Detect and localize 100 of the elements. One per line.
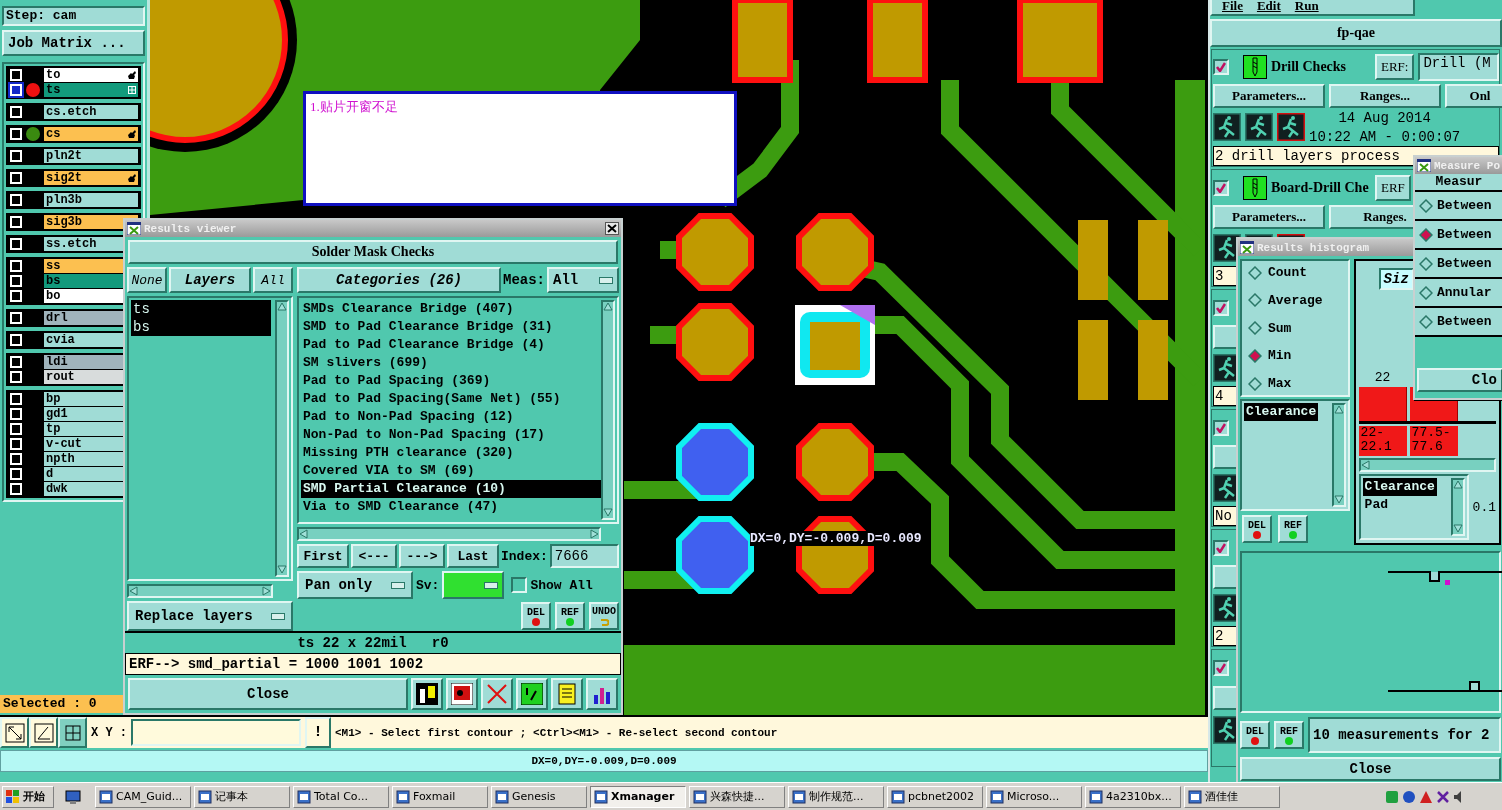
coordinate-field[interactable] [131, 719, 301, 746]
layer-filter-button[interactable]: None [127, 267, 167, 293]
layer-checkbox[interactable] [10, 84, 22, 96]
scrollbar[interactable] [1450, 478, 1465, 537]
layer-checkbox[interactable] [10, 408, 22, 420]
view-mode-dropdown[interactable]: Pan only [297, 571, 413, 599]
taskbar-button[interactable]: Total Co... [293, 785, 389, 808]
check-title-button[interactable]: Solder Mask Checks [128, 240, 618, 264]
category-item[interactable]: Missing PTH clearance (320) [301, 444, 601, 462]
close-button[interactable]: Clo [1417, 368, 1502, 392]
category-item[interactable]: Non-Pad to Non-Pad Spacing (17) [301, 426, 601, 444]
reference-button[interactable]: REF [555, 602, 585, 630]
taskbar-button[interactable]: pcbnet2002 [887, 785, 983, 808]
check-checkbox[interactable] [1213, 179, 1229, 196]
menu-item[interactable]: Edit [1256, 0, 1281, 14]
alert-button[interactable]: ! [305, 717, 331, 748]
category-item[interactable]: Pad to Pad Spacing(Same Net) (55) [301, 390, 601, 408]
close-button[interactable]: Close [128, 678, 408, 710]
radio-button[interactable] [1248, 265, 1262, 280]
layer-checkbox[interactable] [10, 128, 22, 140]
category-item[interactable]: Pad to Pad Clearance Bridge (4) [301, 336, 601, 354]
check-checkbox[interactable] [1213, 299, 1229, 316]
radio-button[interactable] [1419, 256, 1433, 271]
layer-item[interactable]: bs [131, 318, 271, 336]
delete-button[interactable]: DEL [1240, 721, 1270, 750]
angle-button[interactable] [29, 717, 58, 748]
erf-button[interactable]: ERF: [1375, 54, 1415, 81]
layer-item[interactable]: ts [131, 300, 271, 318]
scrollbar[interactable] [1358, 458, 1496, 473]
radio-button[interactable] [1419, 227, 1433, 242]
replace-layers-dropdown[interactable]: Replace layers [127, 601, 293, 631]
check-checkbox[interactable] [1213, 59, 1229, 76]
layer-field[interactable]: cs [44, 127, 138, 141]
layer-checkbox[interactable] [10, 172, 22, 184]
layer-checkbox[interactable] [10, 106, 22, 118]
scroll-up-arrow-icon[interactable] [1452, 480, 1463, 491]
radio-button[interactable] [1248, 376, 1262, 391]
layer-checkbox[interactable] [10, 371, 22, 383]
scroll-up-arrow-icon[interactable] [1333, 405, 1344, 415]
radio-button[interactable] [1419, 314, 1433, 329]
scrollbar[interactable] [1331, 403, 1346, 508]
layer-checkbox[interactable] [10, 290, 22, 302]
reference-button[interactable]: REF [1278, 515, 1308, 544]
layer-checkbox[interactable] [10, 334, 22, 346]
layer-field[interactable]: sig2t [44, 171, 138, 185]
taskbar-button[interactable]: CAM_Guid... [95, 785, 191, 808]
radio-button[interactable] [1248, 293, 1262, 308]
category-item[interactable]: Pad to Pad Spacing (369) [301, 372, 601, 390]
menu-item[interactable]: File [1222, 0, 1243, 14]
scrollbar[interactable] [601, 300, 615, 520]
erf-field[interactable]: Drill (M [1418, 53, 1499, 82]
layer-checkbox[interactable] [10, 453, 22, 465]
index-field[interactable]: 7666 [549, 544, 619, 568]
taskbar-button[interactable]: 制作规范... [788, 785, 884, 808]
tool-button[interactable] [411, 678, 443, 710]
sv-dropdown[interactable] [442, 571, 505, 599]
layer-checkbox[interactable] [10, 312, 22, 324]
category-item[interactable]: SMD to Pad Clearance Bridge (31) [301, 318, 601, 336]
scroll-down-arrow-icon[interactable] [1452, 524, 1463, 535]
taskbar-button[interactable]: Genesis [491, 785, 587, 808]
check-checkbox[interactable] [1213, 539, 1229, 556]
layer-filter-button[interactable]: Layers [169, 267, 251, 293]
close-button[interactable]: Close [1240, 757, 1501, 781]
radio-button[interactable] [1419, 198, 1433, 213]
taskbar-button[interactable]: 记事本 [194, 785, 290, 808]
taskbar-button[interactable]: 兴森快捷... [689, 785, 785, 808]
category-item[interactable]: Pad to Non-Pad Spacing (12) [301, 408, 601, 426]
layer-checkbox[interactable] [10, 238, 22, 250]
check-option-button[interactable]: Onl [1445, 83, 1502, 108]
category-item[interactable]: Via to SMD Clearance (47) [301, 498, 601, 516]
layer-checkbox[interactable] [10, 275, 22, 287]
scrollbar[interactable] [127, 584, 273, 598]
check-checkbox[interactable] [1213, 660, 1229, 676]
scroll-left-arrow-icon[interactable] [299, 529, 309, 539]
layer-filter-button[interactable]: All [253, 267, 293, 293]
layer-checkbox[interactable] [10, 69, 22, 81]
layer-field[interactable]: cs.etch [44, 105, 138, 119]
scroll-up-arrow-icon[interactable] [603, 302, 613, 312]
show-all-checkbox[interactable] [511, 577, 528, 593]
taskbar-button[interactable]: 4a2310bx... [1085, 785, 1181, 808]
layer-field[interactable]: ts [44, 83, 138, 97]
layer-checkbox[interactable] [10, 260, 22, 272]
layer-checkbox[interactable] [10, 216, 22, 228]
scroll-down-arrow-icon[interactable] [603, 508, 613, 518]
scrollbar[interactable] [297, 527, 601, 541]
layer-checkbox[interactable] [10, 483, 22, 495]
taskbar-button[interactable]: Microso... [986, 785, 1082, 808]
desktop-icon[interactable] [65, 788, 81, 805]
layer-checkbox[interactable] [10, 393, 22, 405]
layer-checkbox[interactable] [10, 423, 22, 435]
navigation-button[interactable]: Last [447, 544, 499, 568]
radio-button[interactable] [1248, 321, 1262, 335]
radio-button[interactable] [1419, 285, 1433, 300]
start-button[interactable]: 开始 [2, 785, 54, 808]
check-option-button[interactable]: Ranges... [1329, 83, 1441, 108]
scrollbar[interactable] [275, 300, 289, 577]
check-option-button[interactable]: Parameters... [1213, 204, 1325, 229]
categories-button[interactable]: Categories (26) [297, 267, 501, 293]
undo-button[interactable]: UNDO [589, 602, 619, 630]
layer-field[interactable]: to [44, 68, 138, 82]
